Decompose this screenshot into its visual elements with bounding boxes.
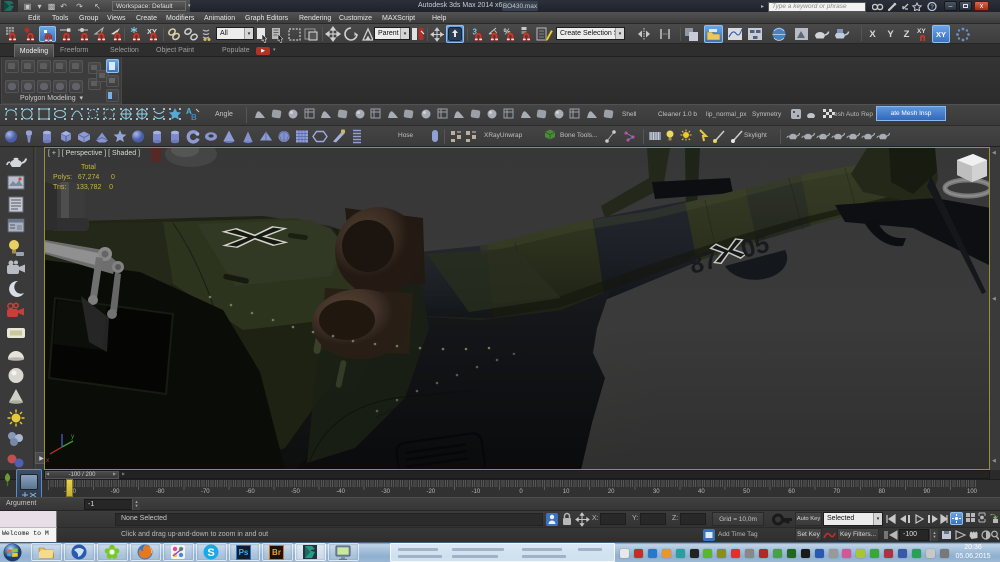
svg-text:XY: XY	[917, 28, 926, 35]
svg-text:S: S	[207, 547, 214, 559]
svg-text:B: B	[191, 113, 197, 122]
